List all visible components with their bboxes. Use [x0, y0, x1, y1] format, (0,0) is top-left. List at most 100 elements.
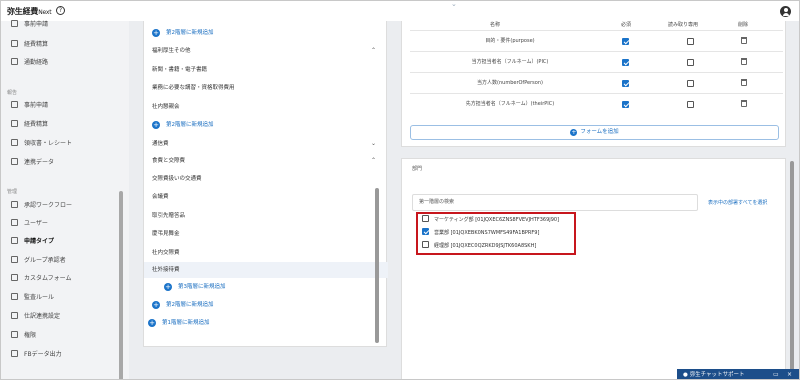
receipt-icon [11, 120, 18, 127]
table-row: 当方担当者名（フルネーム）(PIC) [410, 51, 783, 71]
trash-icon[interactable] [741, 100, 747, 107]
department-search-input[interactable]: 第一階層の検索 [412, 194, 698, 211]
sidebar-section-report: 報告 [7, 90, 18, 96]
sidebar-item-request-type[interactable]: 申請タイプ [11, 236, 54, 248]
add-level1-button[interactable]: + 第1階層に新規追加 [148, 317, 376, 329]
required-checkbox[interactable] [622, 101, 629, 108]
app-suffix: Next [38, 9, 52, 16]
department-option[interactable]: 営業部 [01JQXEBK0NS7WMFS49FA1BPRF9] [422, 228, 539, 238]
plus-icon: + [570, 129, 578, 136]
sidebar-item-receipts[interactable]: 領収書・レシート [11, 138, 72, 150]
category-item[interactable]: 社内懇親会 [152, 101, 380, 113]
app-title: 弥生経費 [7, 7, 39, 16]
department-option[interactable]: マーケティング部 [01JQXEC6ZNS8FVEVJHTF369J90] [422, 215, 559, 225]
category-item[interactable]: 交際費扱いの交通費 [152, 173, 380, 185]
route-icon [11, 58, 18, 65]
sidebar-item-fb-export[interactable]: FBデータ出力 [11, 349, 62, 361]
sidebar-item-label: 通勤経路 [24, 59, 49, 66]
plus-icon: + [152, 29, 160, 37]
column-header-readonly: 読み取り専用 [668, 22, 699, 28]
required-checkbox[interactable] [622, 80, 629, 87]
help-icon[interactable]: ? [56, 6, 65, 15]
workflow-icon [11, 201, 18, 208]
trash-icon[interactable] [741, 37, 747, 44]
add-label: 第2階層に新規追加 [166, 30, 214, 36]
required-checkbox[interactable] [622, 38, 629, 45]
sidebar-item-label: 経費精算 [24, 41, 49, 48]
department-option[interactable]: 経理部 [01JQXEC0QZRKD9JSJTK60A8SKH] [422, 241, 536, 251]
sidebar-item-expense[interactable]: 経費精算 [11, 39, 48, 51]
gear-icon [11, 312, 18, 319]
add-level2-button[interactable]: + 第2階層に新規追加 [152, 119, 380, 131]
sidebar-item-workflow[interactable]: 承認ワークフロー [11, 200, 72, 212]
sidebar-item-label: 仕訳連携設定 [24, 313, 61, 320]
category-tree: + 第2階層に新規追加 福利厚生その他 ⌃ 新聞・書籍・電子書籍 業務に必要な講習・… [143, 21, 388, 347]
detail-scrollbar[interactable] [790, 161, 794, 379]
select-all-departments-link[interactable]: 表示中の部署すべてを選択 [708, 199, 767, 206]
category-communication[interactable]: 通信費 ⌄ [152, 138, 380, 150]
sidebar-item-report-pre-request[interactable]: 事前申請 [11, 100, 48, 112]
category-item-label: 取引先贈答品 [152, 213, 186, 219]
readonly-checkbox[interactable] [687, 59, 694, 66]
department-checkbox[interactable] [422, 215, 429, 222]
export-icon [11, 350, 18, 357]
chevron-down-icon[interactable]: ⌄ [451, 1, 457, 8]
column-header-delete: 削除 [738, 22, 749, 28]
category-item[interactable]: 社内交際費 [152, 247, 380, 259]
sidebar-item-pre-request[interactable]: 事前申請 [11, 19, 48, 31]
required-checkbox[interactable] [622, 59, 629, 66]
readonly-checkbox[interactable] [687, 101, 694, 108]
category-food-entertainment[interactable]: 食費と交際費 ⌃ [152, 155, 380, 167]
add-form-button[interactable]: + フォームを追加 [410, 125, 779, 140]
chevron-down-icon[interactable]: ⌄ [371, 138, 376, 150]
sidebar-item-users[interactable]: ユーザー [11, 218, 48, 230]
sidebar-item-label: 監査ルール [24, 294, 55, 301]
category-item[interactable]: 取引先贈答品 [152, 210, 380, 222]
department-card: 部門 第一階層の検索 表示中の部署すべてを選択 マーケティング部 [01JQXE… [401, 158, 786, 379]
readonly-checkbox[interactable] [687, 80, 694, 87]
trash-icon[interactable] [741, 58, 747, 65]
close-icon[interactable]: × [787, 369, 792, 379]
group-icon [11, 256, 18, 263]
sidebar-item-audit-rules[interactable]: 監査ルール [11, 292, 54, 304]
add-level2-button[interactable]: + 第2階層に新規追加 [152, 299, 380, 311]
user-avatar-icon[interactable] [780, 6, 791, 17]
app-logo[interactable]: 弥生経費Next [7, 6, 52, 17]
category-item[interactable]: 業務に必要な講習・資格取得費用 [152, 82, 380, 94]
table-row: 目的・要件(purpose) [410, 30, 783, 50]
shield-icon [11, 293, 18, 300]
chevron-up-icon[interactable]: ⌃ [371, 155, 376, 167]
category-item[interactable]: 慶弔見舞金 [152, 228, 380, 240]
sidebar-item-linked-data[interactable]: 連携データ [11, 157, 54, 169]
sidebar-item-journal-settings[interactable]: 仕訳連携設定 [11, 311, 60, 323]
category-item[interactable]: 会議費 [152, 191, 380, 203]
link-icon [11, 158, 18, 165]
department-checkbox[interactable] [422, 228, 429, 235]
readonly-checkbox[interactable] [687, 38, 694, 45]
chat-support-bar[interactable]: ● 弥生チャットサポート ▭ × [677, 369, 799, 379]
document-icon [11, 101, 18, 108]
sidebar-scrollbar[interactable] [119, 191, 123, 379]
trash-icon[interactable] [741, 79, 747, 86]
category-scrollbar[interactable] [375, 188, 379, 343]
category-item[interactable]: 新聞・書籍・電子書籍 [152, 64, 380, 76]
add-level3-button[interactable]: + 第3階層に新規追加 [164, 281, 392, 293]
category-welfare[interactable]: 福利厚生その他 ⌃ [152, 45, 380, 57]
sidebar-item-commute[interactable]: 通勤経路 [11, 57, 48, 69]
category-item-selected[interactable]: 社外接待費 [144, 262, 388, 278]
chevron-up-icon[interactable]: ⌃ [371, 45, 376, 57]
category-item-label: 社内交際費 [152, 250, 180, 256]
sidebar-item-group-approver[interactable]: グループ承認者 [11, 255, 66, 267]
add-level2-button[interactable]: + 第2階層に新規追加 [152, 27, 380, 39]
sidebar-item-report-expense[interactable]: 経費精算 [11, 119, 48, 131]
sidebar-item-permissions[interactable]: 権限 [11, 330, 36, 342]
sidebar-item-label: ユーザー [24, 220, 48, 227]
add-label: 第1階層に新規追加 [162, 320, 210, 326]
sidebar-item-custom-form[interactable]: カスタムフォーム [11, 273, 71, 285]
add-form-label: フォームを追加 [580, 129, 619, 135]
sidebar-item-label: 申請タイプ [24, 238, 55, 245]
category-tree-panel: + 第2階層に新規追加 福利厚生その他 ⌃ 新聞・書籍・電子書籍 業務に必要な講習・… [129, 21, 395, 379]
department-checkbox[interactable] [422, 241, 429, 248]
add-label: 第2階層に新規追加 [166, 302, 214, 308]
minimize-icon[interactable]: ▭ [773, 369, 779, 379]
